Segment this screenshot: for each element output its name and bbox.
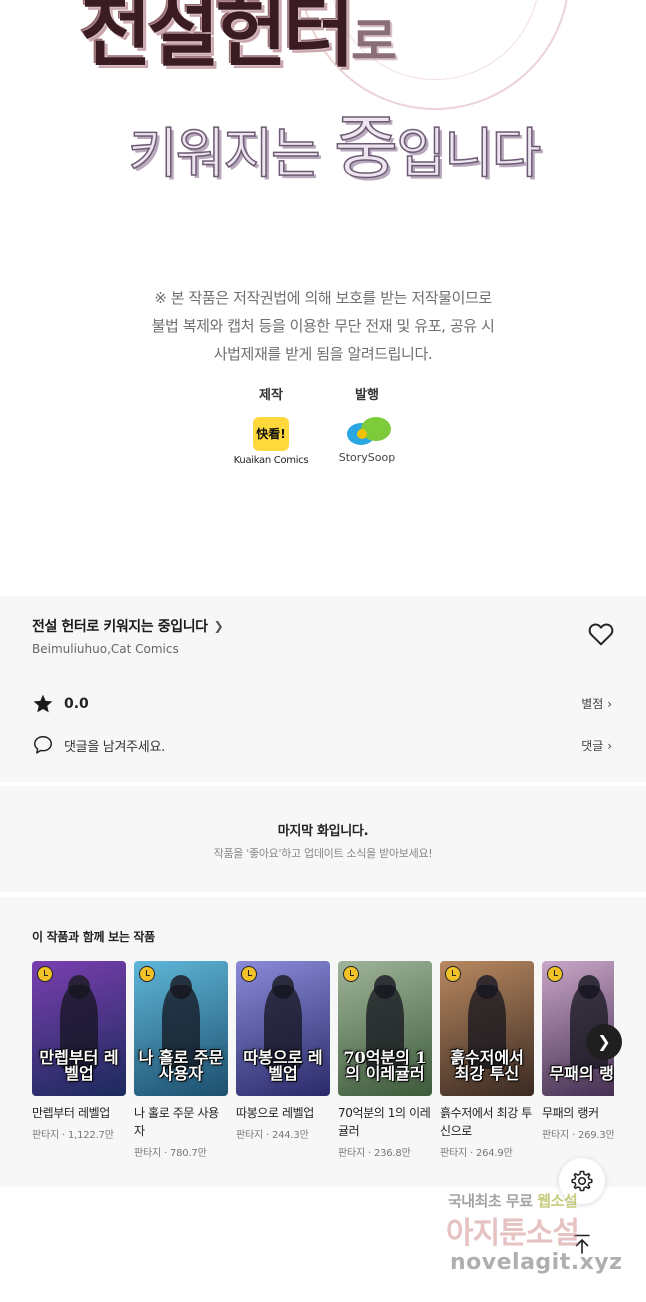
card-views: 264.9만 [475, 1148, 513, 1159]
card-title[interactable]: 따봉으로 레벨업 [236, 1104, 330, 1122]
rate-link[interactable]: 별점 › [581, 695, 612, 712]
card-title[interactable]: 무패의 랭커 [542, 1104, 614, 1122]
separator-dot: · [59, 1130, 68, 1141]
watermark-line-1: 국내최초 무료 웹소설 [448, 1192, 578, 1210]
recommendations-heading: 이 작품과 함께 보는 작품 [32, 930, 155, 944]
card-meta: 판타지 · 236.8만 [338, 1144, 432, 1159]
comment-icon [34, 736, 52, 754]
card-title[interactable]: 흙수저에서 최강 투신으로 [440, 1104, 534, 1140]
card-meta: 판타지 · 1,122.7만 [32, 1126, 126, 1141]
wait-free-clock-icon [241, 966, 257, 982]
card-genre: 판타지 [32, 1130, 59, 1141]
publisher-name: StorySoop [338, 451, 396, 464]
recommendation-card[interactable]: 70억분의 1의 이레귤러 70억분의 1의 이레귤러판타지 · 236.8만 [338, 961, 432, 1159]
chevron-right-icon: › [607, 739, 612, 753]
card-views: 269.3만 [577, 1130, 614, 1141]
gear-icon [571, 1170, 593, 1192]
comment-prompt: 댓글을 남겨주세요. [64, 739, 165, 755]
card-genre: 판타지 [338, 1148, 365, 1159]
card-title[interactable]: 나 홀로 주문 사용자 [134, 1104, 228, 1140]
card-meta: 판타지 · 269.3만 [542, 1126, 614, 1141]
title-art-line-1: 전설헌터로 [80, 0, 397, 78]
watermark-line-2: 아지툰소설 [446, 1216, 580, 1251]
last-episode-subtitle: 작품을 '좋아요'하고 업데이트 소식을 받아보세요! [213, 847, 433, 860]
card-meta: 판타지 · 780.7만 [134, 1144, 228, 1159]
card-meta: 판타지 · 264.9만 [440, 1144, 534, 1159]
wait-free-clock-icon [445, 966, 461, 982]
card-genre: 판타지 [440, 1148, 467, 1159]
chevron-right-icon: › [607, 697, 612, 711]
last-episode-notice: 마지막 화입니다. 작품을 '좋아요'하고 업데이트 소식을 받아보세요! [0, 786, 646, 892]
cover-thumbnail[interactable]: 따봉으로 레벨업 [236, 961, 330, 1096]
episode-title-art: 전설헌터로 키워지는 중입니다 [0, 0, 646, 190]
cover-logo: 만렙부터 레벨업 [39, 1048, 119, 1083]
cover-logo: 따봉으로 레벨업 [243, 1048, 323, 1083]
cover-thumbnail[interactable]: 70억분의 1의 이레귤러 [338, 961, 432, 1096]
comment-row[interactable]: 댓글을 남겨주세요. [32, 734, 165, 756]
work-info-panel: 전설 헌터로 키워지는 중입니다 ❯ Beimuliuhuo,Cat Comic… [0, 596, 646, 782]
kuaikan-logo: 快看! [253, 417, 289, 451]
site-watermark: 국내최초 무료 웹소설 아지툰소설 novelagit.xyz [446, 1186, 642, 1296]
publisher-label: 발행 [355, 388, 379, 403]
recommendations-section: 이 작품과 함께 보는 작품 만렙부터 레벨업 만렙부터 레벨업 판타지 · 1,1… [0, 897, 646, 1187]
separator-dot: · [365, 1148, 374, 1159]
cover-logo: 나 홀로 주문 사용자 [138, 1048, 224, 1083]
card-views: 1,122.7만 [67, 1130, 114, 1141]
production-label: 제작 [259, 388, 283, 403]
card-genre: 판타지 [134, 1148, 161, 1159]
work-author: Beimuliuhuo,Cat Comics [32, 642, 179, 656]
cover-thumbnail[interactable]: 흙수저에서 최강 투신 [440, 961, 534, 1096]
card-views: 236.8만 [373, 1148, 411, 1159]
recommendation-card[interactable]: 따봉으로 레벨업 따봉으로 레벨업 판타지 · 244.3만 [236, 961, 330, 1141]
recommendation-card[interactable]: 만렙부터 레벨업 만렙부터 레벨업 판타지 · 1,122.7만 [32, 961, 126, 1141]
title-art-line-2: 키워지는 중입니다 [127, 106, 542, 190]
copyright-notice: ※ 본 작품은 저작권법에 의해 보호를 받는 저작물이므로 불법 복제와 캡처… [0, 284, 646, 368]
rating-value: 0.0 [64, 696, 89, 712]
cover-logo: 70억분의 1의 이레귤러 [343, 1048, 427, 1083]
scroll-top-button[interactable] [562, 1224, 602, 1264]
production-credit: 제작 快看! Kuaikan Comics [230, 384, 312, 466]
separator-dot: · [263, 1130, 272, 1141]
card-title[interactable]: 만렙부터 레벨업 [32, 1104, 126, 1122]
card-genre: 판타지 [236, 1130, 263, 1141]
settings-button[interactable] [559, 1158, 605, 1204]
heart-icon[interactable] [588, 622, 614, 646]
arrow-up-icon [574, 1234, 590, 1254]
card-title[interactable]: 70억분의 1의 이레귤러 [338, 1104, 432, 1140]
card-meta: 판타지 · 244.3만 [236, 1126, 330, 1141]
work-title: 전설 헌터로 키워지는 중입니다 [32, 619, 208, 635]
separator-dot: · [161, 1148, 170, 1159]
wait-free-clock-icon [139, 966, 155, 982]
recommendation-card[interactable]: 나 홀로 주문 사용자 나 홀로 주문 사용자 판타지 · 780.7만 [134, 961, 228, 1159]
recommendation-card[interactable]: 흙수저에서 최강 투신흙수저에서 최강 투신으로판타지 · 264.9만 [440, 961, 534, 1159]
cover-thumbnail[interactable]: 나 홀로 주문 사용자 [134, 961, 228, 1096]
storysoop-logo [343, 415, 391, 449]
card-views: 780.7만 [169, 1148, 207, 1159]
separator-dot: · [569, 1130, 578, 1141]
separator-dot: · [467, 1148, 476, 1159]
wait-free-clock-icon [547, 966, 563, 982]
chevron-right-icon: ❯ [213, 619, 224, 633]
recommendation-carousel: 만렙부터 레벨업 만렙부터 레벨업 판타지 · 1,122.7만 나 홀로 주문 사용… [32, 961, 614, 1181]
cover-thumbnail[interactable]: 만렙부터 레벨업 [32, 961, 126, 1096]
comments-link[interactable]: 댓글 › [581, 737, 612, 754]
publisher-credit: 발행 StorySoop [334, 384, 400, 464]
notice-line: 사법제재를 받게 됨을 알려드립니다. [213, 345, 433, 363]
notice-line: 불법 복제와 캡처 등을 이용한 무단 전재 및 유포, 공유 시 [151, 317, 495, 335]
production-name: Kuaikan Comics [233, 455, 309, 466]
work-title-link[interactable]: 전설 헌터로 키워지는 중입니다 ❯ [32, 616, 224, 636]
notice-line: ※ 본 작품은 저작권법에 의해 보호를 받는 저작물이므로 [154, 289, 492, 307]
card-genre: 판타지 [542, 1130, 569, 1141]
chevron-right-icon: ❯ [597, 1032, 611, 1051]
last-episode-title: 마지막 화입니다. [277, 824, 369, 839]
star-icon [33, 694, 53, 713]
carousel-next-button[interactable]: ❯ [586, 1024, 622, 1060]
wait-free-clock-icon [343, 966, 359, 982]
rating-row: 0.0 [32, 693, 89, 715]
cover-logo: 무패의 랭커 [549, 1064, 614, 1083]
cover-logo: 흙수저에서 최강 투신 [450, 1048, 524, 1083]
wait-free-clock-icon [37, 966, 53, 982]
card-views: 244.3만 [271, 1130, 309, 1141]
